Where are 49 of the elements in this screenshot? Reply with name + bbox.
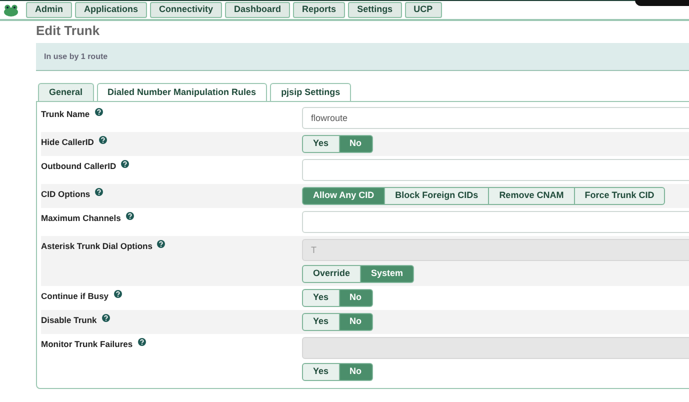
toggle-option[interactable]: No	[340, 313, 373, 331]
toggle-option[interactable]: Force Trunk CID	[574, 187, 666, 205]
nav-tab[interactable]: UCP	[404, 2, 442, 18]
tab[interactable]: General	[38, 83, 94, 101]
frog-logo-icon[interactable]	[3, 4, 19, 16]
help-icon[interactable]	[138, 338, 146, 346]
field-label: Continue if Busy	[41, 290, 109, 303]
tab[interactable]: pjsip Settings	[270, 83, 352, 101]
nav-tab[interactable]: Settings	[348, 2, 402, 18]
toggle-option[interactable]: Allow Any CID	[302, 187, 386, 205]
field-label: Trunk Name	[41, 108, 90, 121]
toggle-option[interactable]: Yes	[302, 313, 340, 331]
help-icon[interactable]	[98, 136, 107, 144]
toggle-option[interactable]: Remove CNAM	[489, 187, 575, 205]
nav-tab[interactable]: Applications	[75, 2, 148, 18]
help-icon[interactable]	[114, 290, 122, 298]
toggle-option[interactable]: System	[361, 265, 414, 283]
text-field[interactable]: flowroute	[302, 107, 689, 129]
toggle-option[interactable]: Block Foreign CIDs	[385, 187, 490, 205]
field-label: Maximum Channels	[41, 212, 121, 225]
field-label: Asterisk Trunk Dial Options	[41, 240, 152, 253]
help-icon[interactable]	[157, 240, 166, 248]
help-icon[interactable]	[126, 212, 134, 220]
help-icon[interactable]	[121, 160, 130, 168]
page-title: Edit Trunk	[36, 22, 101, 40]
field-label: CID Options	[41, 188, 90, 201]
nav-tab[interactable]: Reports	[293, 2, 346, 18]
tab[interactable]: Dialed Number Manipulation Rules	[96, 83, 268, 101]
toggle-option[interactable]: Yes	[302, 135, 340, 153]
toggle-option[interactable]: Yes	[302, 289, 340, 307]
toggle-option[interactable]: Override	[302, 265, 362, 283]
notice-banner: In use by 1 route	[36, 43, 689, 71]
nav-tab[interactable]: Connectivity	[150, 2, 222, 18]
help-icon[interactable]	[102, 314, 110, 322]
toggle-option[interactable]: No	[340, 135, 373, 153]
help-icon[interactable]	[94, 108, 103, 116]
toggle-option[interactable]: No	[340, 363, 373, 381]
overlay-edge	[635, 0, 689, 6]
nav-tab[interactable]: Dashboard	[225, 2, 290, 18]
field-label: Hide CallerID	[41, 136, 94, 149]
toggle-option[interactable]: No	[340, 289, 373, 307]
field-label: Monitor Trunk Failures	[41, 338, 133, 351]
help-icon[interactable]	[95, 188, 104, 196]
field-label: Disable Trunk	[41, 314, 97, 327]
text-field[interactable]	[302, 211, 689, 233]
field-label: Outbound CallerID	[41, 160, 116, 173]
toggle-option[interactable]: Yes	[302, 363, 340, 381]
text-field[interactable]	[302, 159, 689, 181]
nav-tab[interactable]: Admin	[26, 2, 72, 18]
